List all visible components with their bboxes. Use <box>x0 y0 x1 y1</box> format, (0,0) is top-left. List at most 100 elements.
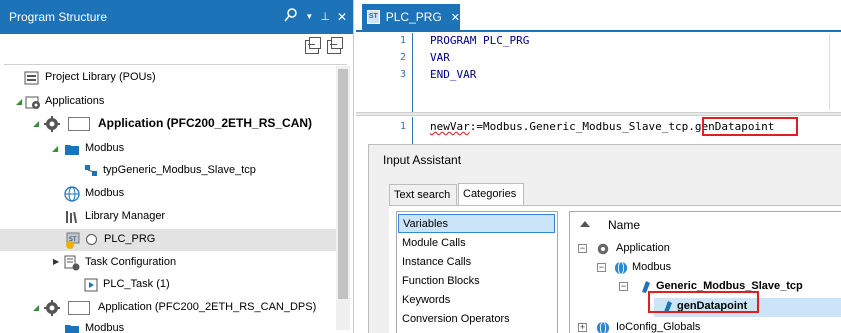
tree-item-label: Modbus <box>85 322 125 333</box>
globe-icon <box>614 261 628 275</box>
category-label: Instance Calls <box>402 256 472 268</box>
tree-item-label: Modbus <box>85 187 125 199</box>
category-conversion-operators[interactable]: Conversion Operators <box>398 310 555 329</box>
pin-icon[interactable]: ⊥ <box>320 10 330 23</box>
tree-item-label: Application (PFC200_2ETH_RS_CAN) <box>98 116 313 130</box>
category-label: Keywords <box>402 294 451 306</box>
category-label: Module Calls <box>402 237 466 249</box>
tree-item-application-pfc200[interactable]: ◢ Application (PFC200_2ETH_RS_CAN) <box>0 113 341 135</box>
tree-item-typgeneric[interactable]: typGeneric_Modbus_Slave_tcp <box>0 160 341 182</box>
library-icon <box>24 70 40 86</box>
editor-tabbar: ST PLC_PRG ✕ <box>356 0 841 32</box>
category-instance-calls[interactable]: Instance Calls <box>398 253 555 272</box>
divider <box>4 64 347 65</box>
status-box <box>68 117 90 131</box>
collapse-arrow-icon[interactable]: ▶ <box>53 257 59 266</box>
tree-item-label: IoConfig_Globals <box>616 321 701 333</box>
expand-icon[interactable]: + <box>578 323 587 332</box>
category-label: Function Blocks <box>402 275 480 287</box>
tree-item-library-manager[interactable]: Library Manager <box>0 206 341 228</box>
status-circle-icon <box>86 234 97 245</box>
folder-icon <box>64 141 80 157</box>
expand-arrow-icon[interactable]: ◢ <box>52 144 58 153</box>
tree-item-project-library[interactable]: Project Library (POUs) <box>0 67 341 89</box>
tree-item-plc-prg[interactable]: ST PLC_PRG <box>0 229 341 251</box>
pane-splitter[interactable] <box>356 112 841 116</box>
tree-item-applications[interactable]: ◢ Applications <box>0 91 341 113</box>
code-line[interactable]: PROGRAM PLC_PRG <box>430 34 529 47</box>
close-icon[interactable]: ✕ <box>337 10 347 24</box>
struct-icon <box>84 163 100 179</box>
tree-item-label: Application <box>616 242 670 254</box>
variable-tree: Name − Application − Modbus − Generic_Mo… <box>569 211 841 333</box>
st-pou-icon: ST <box>64 232 80 249</box>
expand-all-icon[interactable] <box>305 37 321 54</box>
tree-item-label: Modbus <box>632 261 672 273</box>
column-header-label: Name <box>608 218 641 232</box>
tree-item-task-configuration[interactable]: ▶ Task Configuration <box>0 252 341 274</box>
code-line[interactable]: END_VAR <box>430 68 476 81</box>
column-header[interactable]: Name <box>570 212 841 236</box>
scrollbar-thumb[interactable] <box>338 69 348 299</box>
collapse-icon[interactable]: − <box>578 244 587 253</box>
library-manager-icon <box>64 209 80 225</box>
gear-icon <box>596 242 610 256</box>
tree-item-label: typGeneric_Modbus_Slave_tcp <box>103 164 256 176</box>
task-config-icon <box>64 255 80 271</box>
tab-categories[interactable]: Categories <box>458 183 524 207</box>
program-structure-panel: Program Structure ▼ ⊥ ✕ Project Library … <box>0 0 354 333</box>
tree-item-application[interactable]: − Application <box>570 240 841 259</box>
expand-arrow-icon[interactable]: ◢ <box>16 97 22 106</box>
tab-text-search[interactable]: Text search <box>389 184 457 206</box>
status-box <box>68 301 90 315</box>
vertical-scrollbar[interactable] <box>336 66 350 330</box>
task-icon <box>84 277 100 293</box>
tree-item-plc-task[interactable]: PLC_Task (1) <box>0 274 341 296</box>
tab-label: PLC_PRG <box>385 10 442 24</box>
tree-item-label: PLC_Task (1) <box>103 278 170 290</box>
expand-arrow-icon[interactable]: ◢ <box>33 119 39 128</box>
close-icon[interactable]: ✕ <box>451 11 460 24</box>
globe-icon <box>64 186 80 202</box>
collapse-all-icon[interactable] <box>327 37 343 54</box>
tab-label: Categories <box>463 188 517 200</box>
gutter-line <box>412 117 413 147</box>
expand-arrow-icon[interactable]: ◢ <box>33 303 39 312</box>
dialog-panel: Variables Module Calls Instance Calls Fu… <box>389 205 841 333</box>
panel-header: Program Structure ▼ ⊥ ✕ <box>0 0 353 34</box>
code-var: newVar <box>430 120 470 133</box>
line-number: 1 <box>399 35 406 46</box>
sort-ascending-icon[interactable] <box>580 221 590 227</box>
gear-icon <box>44 300 60 316</box>
tree-item-label: Application (PFC200_2ETH_RS_CAN_DPS) <box>98 301 317 313</box>
category-list: Variables Module Calls Instance Calls Fu… <box>396 211 558 333</box>
panel-title: Program Structure <box>9 10 108 24</box>
category-variables[interactable]: Variables <box>398 214 555 233</box>
tree-item-modbus[interactable]: − Modbus <box>570 259 841 278</box>
tab-plc-prg[interactable]: ST PLC_PRG ✕ <box>362 4 460 30</box>
category-module-calls[interactable]: Module Calls <box>398 234 555 253</box>
applications-icon <box>25 94 41 110</box>
tree-item-modbus-globals[interactable]: Modbus <box>0 183 341 205</box>
tab-label: Text search <box>394 189 451 201</box>
code-line[interactable]: VAR <box>430 51 450 64</box>
tree-item-label: Applications <box>45 95 105 107</box>
tree-item-modbus-folder[interactable]: ◢ Modbus <box>0 138 341 160</box>
st-file-icon: ST <box>367 10 380 24</box>
category-function-blocks[interactable]: Function Blocks <box>398 272 555 291</box>
collapse-icon[interactable]: − <box>597 263 606 272</box>
tree-item-modbus-folder-2[interactable]: Modbus <box>0 318 341 333</box>
category-label: Variables <box>403 218 449 230</box>
dropdown-arrow-icon[interactable]: ▼ <box>305 12 313 21</box>
collapse-icon[interactable]: − <box>619 282 628 291</box>
search-icon[interactable] <box>284 8 298 25</box>
category-keywords[interactable]: Keywords <box>398 291 555 310</box>
gutter-line <box>412 33 413 112</box>
category-label: Conversion Operators <box>402 313 510 325</box>
tree-item-ioconfig-globals[interactable]: + IoConfig_Globals <box>570 319 841 333</box>
input-assistant-dialog: Input Assistant Text search Categories V… <box>368 144 841 333</box>
panel-toolbar <box>0 34 353 64</box>
globe-icon <box>596 321 610 333</box>
tree-item-application-pfc200-dps[interactable]: ◢ Application (PFC200_2ETH_RS_CAN_DPS) <box>0 297 341 319</box>
declaration-scrollbar[interactable] <box>829 34 839 110</box>
